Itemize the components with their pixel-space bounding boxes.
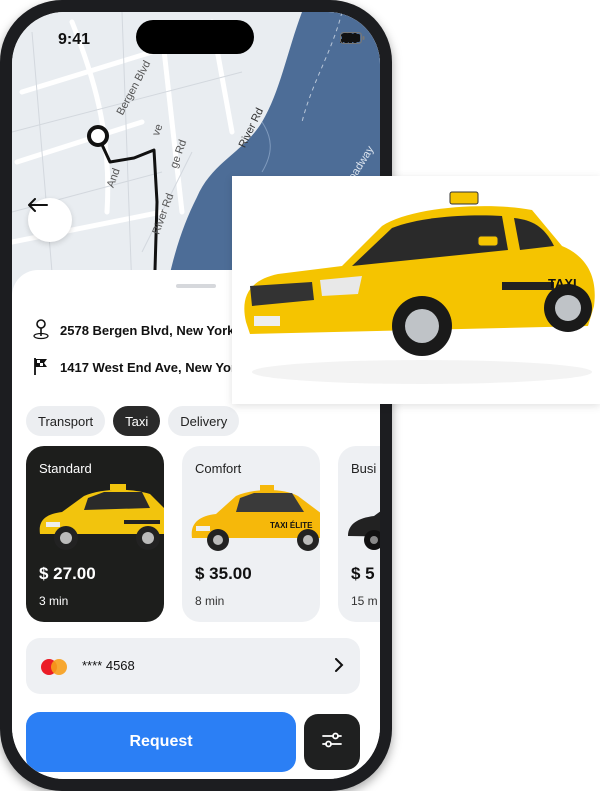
category-tabs: Transport Taxi Delivery [26, 406, 240, 436]
ride-options-button[interactable] [304, 714, 360, 770]
ride-eta: 3 min [39, 594, 69, 608]
status-time: 9:41 [58, 31, 91, 48]
card-number: **** 4568 [82, 658, 135, 673]
taxi-car-image: TAXI ÉLITE [191, 485, 320, 551]
ride-price: $ 35.00 [195, 564, 252, 583]
taxi-illustration: TAXI [244, 191, 595, 384]
sheet-handle[interactable] [176, 284, 216, 288]
dropoff-row[interactable]: 1417 West End Ave, New York [32, 356, 243, 379]
ride-price: $ 5 [351, 564, 375, 583]
tab-taxi[interactable]: Taxi [113, 406, 161, 436]
tab-transport[interactable]: Transport [26, 406, 106, 436]
ride-card-business[interactable]: Busi $ 5 15 m [338, 446, 380, 622]
settings-sliders-icon [321, 731, 343, 754]
dropoff-address: 1417 West End Ave, New York [60, 360, 244, 375]
business-car-image [348, 511, 380, 550]
ride-eta: 15 m [351, 594, 378, 608]
ride-card-comfort[interactable]: Comfort TAXI ÉLITE $ 35.00 8 min [182, 446, 320, 622]
ride-options: Standard $ 27.00 3 min Comfort TAXI ÉLIT… [26, 446, 380, 622]
flag-icon [32, 356, 50, 379]
request-button[interactable]: Request [26, 712, 296, 772]
ride-card-standard[interactable]: Standard $ 27.00 3 min [26, 446, 164, 622]
taxi-car-image [39, 484, 164, 550]
ride-name: Comfort [195, 461, 242, 476]
taxi-elite-text: TAXI ÉLITE [270, 521, 313, 530]
pickup-row[interactable]: 2578 Bergen Blvd, New York [32, 318, 234, 343]
ride-price: $ 27.00 [39, 564, 96, 583]
taxi-hero-image: TAXI [232, 176, 600, 404]
ride-name: Standard [39, 461, 92, 476]
payment-method[interactable]: **** 4568 [26, 638, 360, 694]
mastercard-icon [40, 658, 68, 681]
dynamic-island [136, 20, 254, 54]
ride-eta: 8 min [195, 594, 225, 608]
pickup-pin-icon [32, 318, 50, 343]
back-button[interactable] [28, 198, 72, 242]
pickup-address: 2578 Bergen Blvd, New York [60, 323, 235, 338]
tab-delivery[interactable]: Delivery [168, 406, 240, 436]
chevron-right-icon [334, 658, 344, 677]
ride-name: Busi [351, 461, 377, 476]
